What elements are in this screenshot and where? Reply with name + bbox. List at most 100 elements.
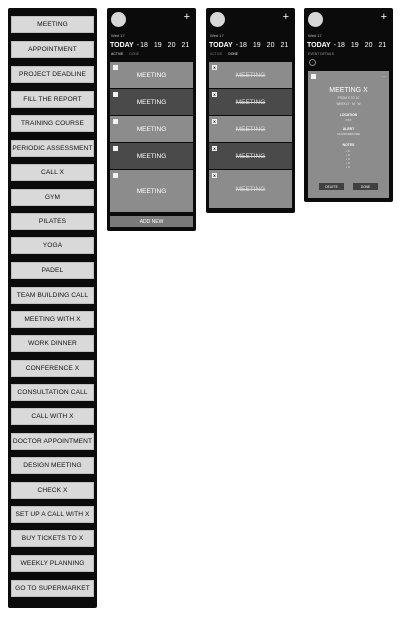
day-option[interactable]: 20: [365, 42, 373, 49]
list-item[interactable]: PADEL: [11, 262, 94, 279]
task-title: MEETING: [136, 152, 167, 160]
delete-button[interactable]: DELETE: [319, 183, 344, 190]
status-tabs: ACTIVE DONE: [111, 52, 139, 56]
task-card[interactable]: X MEETING: [209, 62, 292, 88]
list-item[interactable]: WORK DINNER: [11, 335, 94, 352]
day-separator: -: [235, 41, 239, 49]
task-card[interactable]: X MEETING: [209, 89, 292, 115]
task-checkbox[interactable]: [113, 146, 118, 151]
list-item[interactable]: CONSULTATION CALL: [11, 384, 94, 401]
list-item[interactable]: PILATES: [11, 213, 94, 230]
list-item[interactable]: CALL X: [11, 164, 94, 181]
close-icon[interactable]: —: [382, 73, 386, 78]
list-item[interactable]: MEETING WITH X: [11, 311, 94, 328]
task-title: MEETING: [235, 71, 266, 79]
task-card[interactable]: X MEETING: [209, 170, 292, 208]
task-title: MEETING: [136, 98, 167, 106]
avatar[interactable]: [111, 12, 126, 27]
tab-done[interactable]: DONE: [129, 52, 139, 56]
add-icon[interactable]: +: [283, 12, 289, 23]
avatar[interactable]: [308, 12, 323, 27]
list-item[interactable]: DOCTOR APPOINTMENT: [11, 433, 94, 450]
task-checkbox[interactable]: [113, 173, 118, 178]
tab-done[interactable]: DONE: [228, 52, 238, 56]
list-item[interactable]: TRAINING COURSE: [11, 115, 94, 132]
task-checkbox-checked[interactable]: X: [212, 65, 217, 70]
task-title: MEETING: [235, 98, 266, 106]
task-template-list: MEETING APPOINTMENT PROJECT DEADLINE FIL…: [8, 8, 97, 608]
notes-label: NOTES: [342, 143, 355, 147]
day-option[interactable]: 18: [239, 42, 247, 49]
list-item[interactable]: MEETING: [11, 16, 94, 33]
active-tasks-screen: + Wed 17 TODAY - 18 19 20 21 ACTIVE DONE…: [107, 8, 196, 231]
task-card[interactable]: MEETING: [110, 170, 193, 212]
list-item[interactable]: SET UP A CALL WITH X: [11, 506, 94, 523]
task-checkbox[interactable]: [113, 119, 118, 124]
list-item[interactable]: CHECK X: [11, 482, 94, 499]
notes-list: • X • X • X • X • X: [346, 149, 350, 169]
list-item[interactable]: PERIODIC ASSESSMENT: [11, 140, 94, 157]
task-checkbox-checked[interactable]: X: [212, 119, 217, 124]
task-checkbox-checked[interactable]: X: [212, 146, 217, 151]
day-selector: TODAY - 18 19 20 21: [209, 40, 292, 50]
day-option[interactable]: 21: [280, 42, 288, 49]
event-details-screen: + Wed 17 TODAY - 18 19 20 21 EVENT DETAI…: [304, 8, 393, 202]
day-option[interactable]: 18: [140, 42, 148, 49]
list-item[interactable]: FILL THE REPORT: [11, 91, 94, 108]
day-option[interactable]: 19: [351, 42, 359, 49]
task-card[interactable]: MEETING: [110, 116, 193, 142]
list-item[interactable]: YOGA: [11, 237, 94, 254]
list-item[interactable]: BUY TICKETS TO X: [11, 530, 94, 547]
day-today[interactable]: TODAY: [307, 42, 331, 49]
current-date: Wed 17: [210, 33, 224, 38]
task-title: MEETING: [136, 187, 167, 195]
note-item: • X: [346, 165, 350, 169]
day-option[interactable]: 19: [154, 42, 162, 49]
list-item[interactable]: GYM: [11, 189, 94, 206]
day-option[interactable]: 20: [168, 42, 176, 49]
list-item[interactable]: CALL WITH X: [11, 408, 94, 425]
day-option[interactable]: 20: [267, 42, 275, 49]
list-item[interactable]: DESIGN MEETING: [11, 457, 94, 474]
event-title: MEETING X: [329, 87, 368, 94]
task-checkbox[interactable]: [311, 74, 316, 79]
task-card[interactable]: MEETING: [110, 89, 193, 115]
back-icon[interactable]: <: [309, 59, 316, 66]
avatar[interactable]: [210, 12, 225, 27]
day-option[interactable]: 19: [253, 42, 261, 49]
list-item[interactable]: PROJECT DEADLINE: [11, 66, 94, 83]
task-card[interactable]: X MEETING: [209, 116, 292, 142]
day-today[interactable]: TODAY: [110, 42, 134, 49]
day-option[interactable]: 21: [181, 42, 189, 49]
event-details-label: EVENT DETAILS: [308, 52, 335, 56]
list-item[interactable]: TEAM BUILDING CALL: [11, 287, 94, 304]
event-repeat: WEEKLY · M · W: [336, 102, 361, 106]
done-button[interactable]: DONE: [353, 183, 378, 190]
done-tasks-screen: + Wed 17 TODAY - 18 19 20 21 ACTIVE DONE…: [206, 8, 295, 213]
task-card[interactable]: MEETING: [110, 143, 193, 169]
tab-active[interactable]: ACTIVE: [210, 52, 222, 56]
list-item[interactable]: WEEKLY PLANNING: [11, 555, 94, 572]
task-card[interactable]: MEETING: [110, 62, 193, 88]
task-checkbox-checked[interactable]: X: [212, 92, 217, 97]
task-checkbox-checked[interactable]: X: [212, 173, 217, 178]
list-item[interactable]: APPOINTMENT: [11, 41, 94, 58]
task-card[interactable]: X MEETING: [209, 143, 292, 169]
task-checkbox[interactable]: [113, 65, 118, 70]
task-checkbox[interactable]: [113, 92, 118, 97]
alert-label: ALERT: [342, 127, 355, 131]
day-option[interactable]: 18: [337, 42, 345, 49]
list-item[interactable]: CONFERENCE X: [11, 360, 94, 377]
add-icon[interactable]: +: [381, 12, 387, 23]
day-selector: TODAY - 18 19 20 21: [307, 40, 390, 50]
day-today[interactable]: TODAY: [209, 42, 233, 49]
current-date: Wed 17: [111, 33, 125, 38]
alert-value: 10 MIN BEFORE: [337, 132, 360, 136]
add-new-button[interactable]: ADD NEW: [110, 216, 193, 227]
task-title: MEETING: [235, 152, 266, 160]
list-item[interactable]: GO TO SUPERMARKET: [11, 580, 94, 597]
tab-active[interactable]: ACTIVE: [111, 52, 123, 56]
task-title: MEETING: [136, 125, 167, 133]
day-option[interactable]: 21: [378, 42, 386, 49]
add-icon[interactable]: +: [184, 12, 190, 23]
